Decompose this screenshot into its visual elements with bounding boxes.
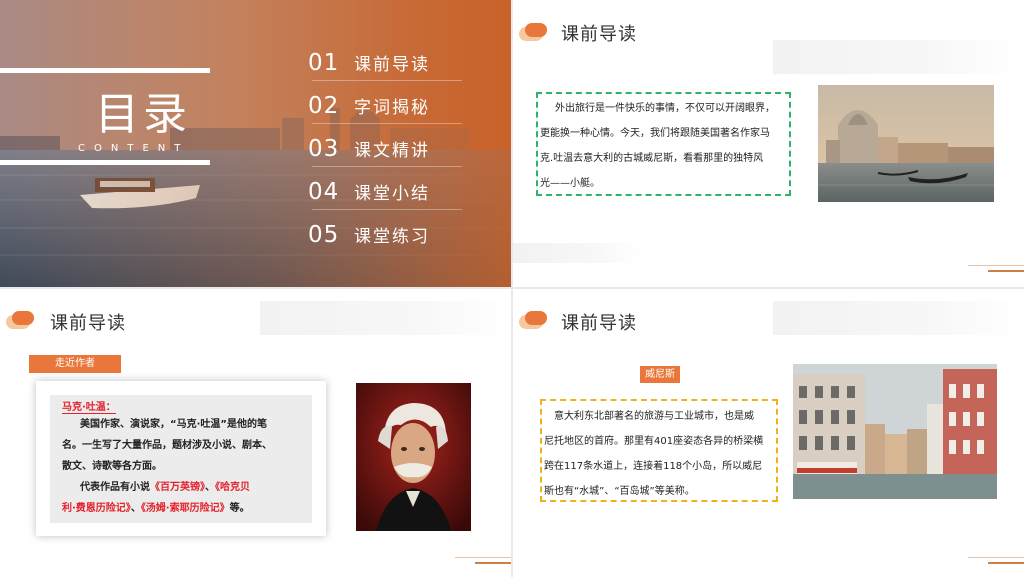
- footer-line-light: [968, 265, 1024, 266]
- separator: 、: [205, 482, 215, 493]
- author-tag: 走近作者: [29, 355, 121, 373]
- toc-item-3[interactable]: 03 课文精讲: [308, 136, 430, 162]
- venice-line-3: 跨在117条水道上，连接着118个小岛，所以威尼: [544, 461, 763, 472]
- intro-line-1: 外出旅行是一件快乐的事情，不仅可以开阔眼界，: [555, 103, 775, 114]
- toc-divider: [312, 166, 462, 167]
- toc-label: 课文精讲: [354, 141, 430, 161]
- header-band: [773, 40, 1024, 74]
- book-title: 《百万英镑》: [150, 482, 205, 493]
- venice-line-1: 意大利东北部著名的旅游与工业城市，也是威: [554, 411, 754, 422]
- toc-number: 01: [308, 50, 340, 76]
- toc-number: 03: [308, 136, 340, 162]
- toc-item-5[interactable]: 05 课堂练习: [308, 222, 430, 248]
- toc-item-4[interactable]: 04 课堂小结: [308, 179, 430, 205]
- slide-header: 课前导读: [50, 313, 126, 334]
- author-line-3: 散文、诗歌等各方面。: [62, 461, 162, 472]
- sentence-end: 等。: [229, 503, 250, 514]
- footer-line-light: [455, 557, 511, 558]
- intro-line-3: 克.吐温去意大利的古城威尼斯，看看那里的独特风: [540, 153, 764, 164]
- slide-venice[interactable]: 课前导读 威尼斯 意大利东北部著名的旅游与工业城市，也是威 尼托地区的首府。那里…: [513, 289, 1024, 577]
- toc-label: 课堂练习: [354, 227, 430, 247]
- footer-line-light: [968, 557, 1024, 558]
- toc-label: 课前导读: [354, 55, 430, 75]
- header-pill-icon: [519, 23, 549, 41]
- toc-item-1[interactable]: 01 课前导读: [308, 50, 430, 76]
- header-band: [260, 301, 511, 335]
- venice-lagoon-image: [0, 0, 511, 287]
- slide-header: 课前导读: [561, 313, 637, 334]
- header-band: [773, 301, 1024, 335]
- contents-subtitle: CONTENT: [78, 143, 190, 154]
- author-line-1: 美国作家、演说家，“马克·吐温”是他的笔: [80, 419, 267, 430]
- slide-author[interactable]: 课前导读 走近作者 马克·吐温： 美国作家、演说家，“马克·吐温”是他的笔 名。…: [0, 289, 511, 577]
- slide-contents[interactable]: 目录 CONTENT 01 课前导读 02 字词揭秘 03 课文精讲 04 课堂…: [0, 0, 511, 287]
- author-name: 马克·吐温：: [62, 398, 116, 414]
- slide-intro[interactable]: 课前导读 外出旅行是一件快乐的事情，不仅可以开阔眼界， 更能换一种心情。今天，我…: [513, 0, 1024, 287]
- venice-line-2: 尼托地区的首府。那里有401座姿态各异的桥梁横: [544, 436, 764, 447]
- author-line-5: 利·费恩历险记》、《汤姆·索耶历险记》等。: [62, 498, 250, 519]
- toc-label: 字词揭秘: [354, 98, 430, 118]
- header-pill-icon: [6, 311, 36, 329]
- toc-item-2[interactable]: 02 字词揭秘: [308, 93, 430, 119]
- toc-number: 04: [308, 179, 340, 205]
- book-title: 利·费恩历险记》: [62, 503, 131, 514]
- title-line-top: [0, 68, 210, 73]
- footer-line: [475, 562, 511, 564]
- contents-title: 目录: [95, 89, 191, 140]
- title-line-bottom: [0, 160, 210, 165]
- works-intro: 代表作品有小说: [80, 482, 150, 493]
- venice-tag: 威尼斯: [640, 366, 680, 383]
- toc-label: 课堂小结: [354, 184, 430, 204]
- footer-line: [988, 562, 1024, 564]
- toc-divider: [312, 123, 462, 124]
- intro-line-4: 光——小艇。: [540, 178, 600, 189]
- venice-canal-photo: [793, 364, 997, 499]
- slide-header: 课前导读: [561, 24, 637, 45]
- toc-divider: [312, 80, 462, 81]
- venice-grand-canal-photo: [818, 85, 994, 202]
- intro-line-2: 更能换一种心情。今天，我们将跟随美国著名作家马: [540, 128, 770, 139]
- toc-number: 02: [308, 93, 340, 119]
- toc-divider: [312, 209, 462, 210]
- separator: 、: [130, 503, 141, 514]
- footer-line: [988, 270, 1024, 272]
- mark-twain-portrait: [356, 383, 471, 531]
- toc-number: 05: [308, 222, 340, 248]
- book-title: 《哈克贝: [215, 482, 250, 493]
- venice-line-4: 斯也有“水城”、“百岛城”等美称。: [544, 486, 695, 497]
- footer-band: [513, 243, 643, 263]
- header-pill-icon: [519, 311, 549, 329]
- book-title: 《汤姆·索耶历险记》: [140, 503, 230, 514]
- author-line-4: 代表作品有小说《百万英镑》、《哈克贝: [80, 477, 250, 498]
- author-line-2: 名。一生写了大量作品，题材涉及小说、剧本、: [62, 440, 272, 451]
